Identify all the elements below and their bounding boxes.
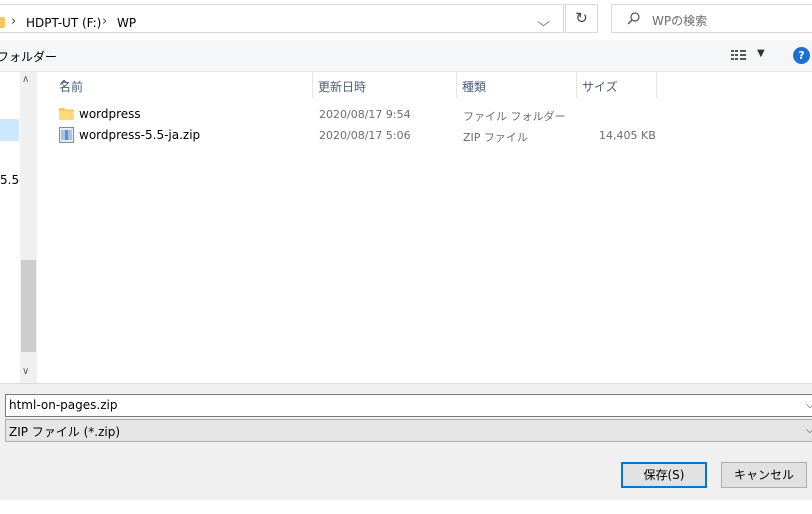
file-modified: 2020/08/17 9:54 [319, 108, 411, 121]
command-bar: フォルダー ▼ ? [0, 40, 812, 72]
file-modified: 2020/08/17 5:06 [319, 129, 411, 142]
folder-icon [59, 108, 74, 120]
search-placeholder: WPの検索 [652, 14, 708, 28]
sort-ascending-icon: ^ [59, 78, 70, 92]
chevron-down-icon[interactable]: ⌵ [806, 425, 812, 436]
column-header-name[interactable]: 名前 ^ [54, 72, 313, 98]
refresh-button[interactable]: ↻ [565, 4, 598, 33]
window-edge [0, 500, 812, 514]
save-button[interactable]: 保存(S) [621, 462, 707, 488]
column-header-modified-label: 更新日時 [318, 80, 367, 94]
column-header-type[interactable]: 種類 [457, 72, 577, 98]
file-type: ファイル フォルダー [463, 110, 566, 123]
new-folder-button[interactable]: フォルダー [0, 48, 57, 65]
column-header-size-label: サイズ [582, 80, 618, 94]
file-row[interactable]: wordpress-5.5-ja.zip 2020/08/17 5:06 ZIP… [54, 125, 674, 146]
cancel-button[interactable]: キャンセル [721, 462, 807, 488]
chevron-down-icon[interactable]: ⌵ [537, 15, 550, 30]
view-options-icon[interactable] [731, 50, 746, 61]
column-header-type-label: 種類 [462, 80, 487, 94]
file-list: 名前 ^ 更新日時 種類 サイズ wordpress 2020/08/17 9:… [37, 72, 812, 383]
search-input[interactable]: WPの検索 [611, 4, 812, 33]
help-icon[interactable]: ? [793, 47, 810, 64]
navigation-pane: 5.5- ∧ ∨ [0, 72, 37, 383]
scroll-down-icon[interactable]: ∨ [22, 366, 29, 377]
nav-scrollbar[interactable]: ∧ ∨ [20, 72, 37, 383]
file-type: ZIP ファイル [463, 131, 528, 144]
chevron-down-icon[interactable]: ⌵ [806, 400, 812, 411]
scroll-up-icon[interactable]: ∧ [22, 74, 29, 85]
file-size: 14,405 KB [599, 129, 656, 142]
view-dropdown-icon[interactable]: ▼ [757, 48, 765, 59]
folder-icon [0, 17, 5, 28]
filename-value: html-on-pages.zip [9, 398, 118, 412]
filetype-value: ZIP ファイル (*.zip) [9, 425, 121, 439]
file-name: wordpress [79, 107, 141, 121]
file-row[interactable]: wordpress 2020/08/17 9:54 ファイル フォルダー [54, 104, 674, 125]
refresh-icon: ↻ [575, 9, 588, 27]
address-bar[interactable]: › HDPT-UT (F:) › WP ⌵ [0, 4, 564, 33]
column-header-modified[interactable]: 更新日時 [313, 72, 457, 98]
search-icon [627, 12, 640, 25]
column-header-size[interactable]: サイズ [577, 72, 657, 98]
filename-field[interactable]: html-on-pages.zip ⌵ [5, 394, 812, 417]
breadcrumb-folder[interactable]: WP [117, 16, 136, 30]
breadcrumb-separator: › [102, 14, 108, 29]
address-row: › HDPT-UT (F:) › WP ⌵ ↻ WPの検索 [0, 0, 812, 40]
divider [0, 383, 812, 384]
breadcrumb-separator: › [11, 14, 17, 29]
file-name: wordpress-5.5-ja.zip [79, 128, 201, 142]
breadcrumb-drive[interactable]: HDPT-UT (F:) [26, 16, 101, 30]
filetype-select[interactable]: ZIP ファイル (*.zip) ⌵ [5, 419, 812, 442]
nav-selected-item[interactable] [0, 119, 19, 141]
zip-icon [59, 127, 74, 143]
scroll-thumb[interactable] [21, 260, 36, 352]
